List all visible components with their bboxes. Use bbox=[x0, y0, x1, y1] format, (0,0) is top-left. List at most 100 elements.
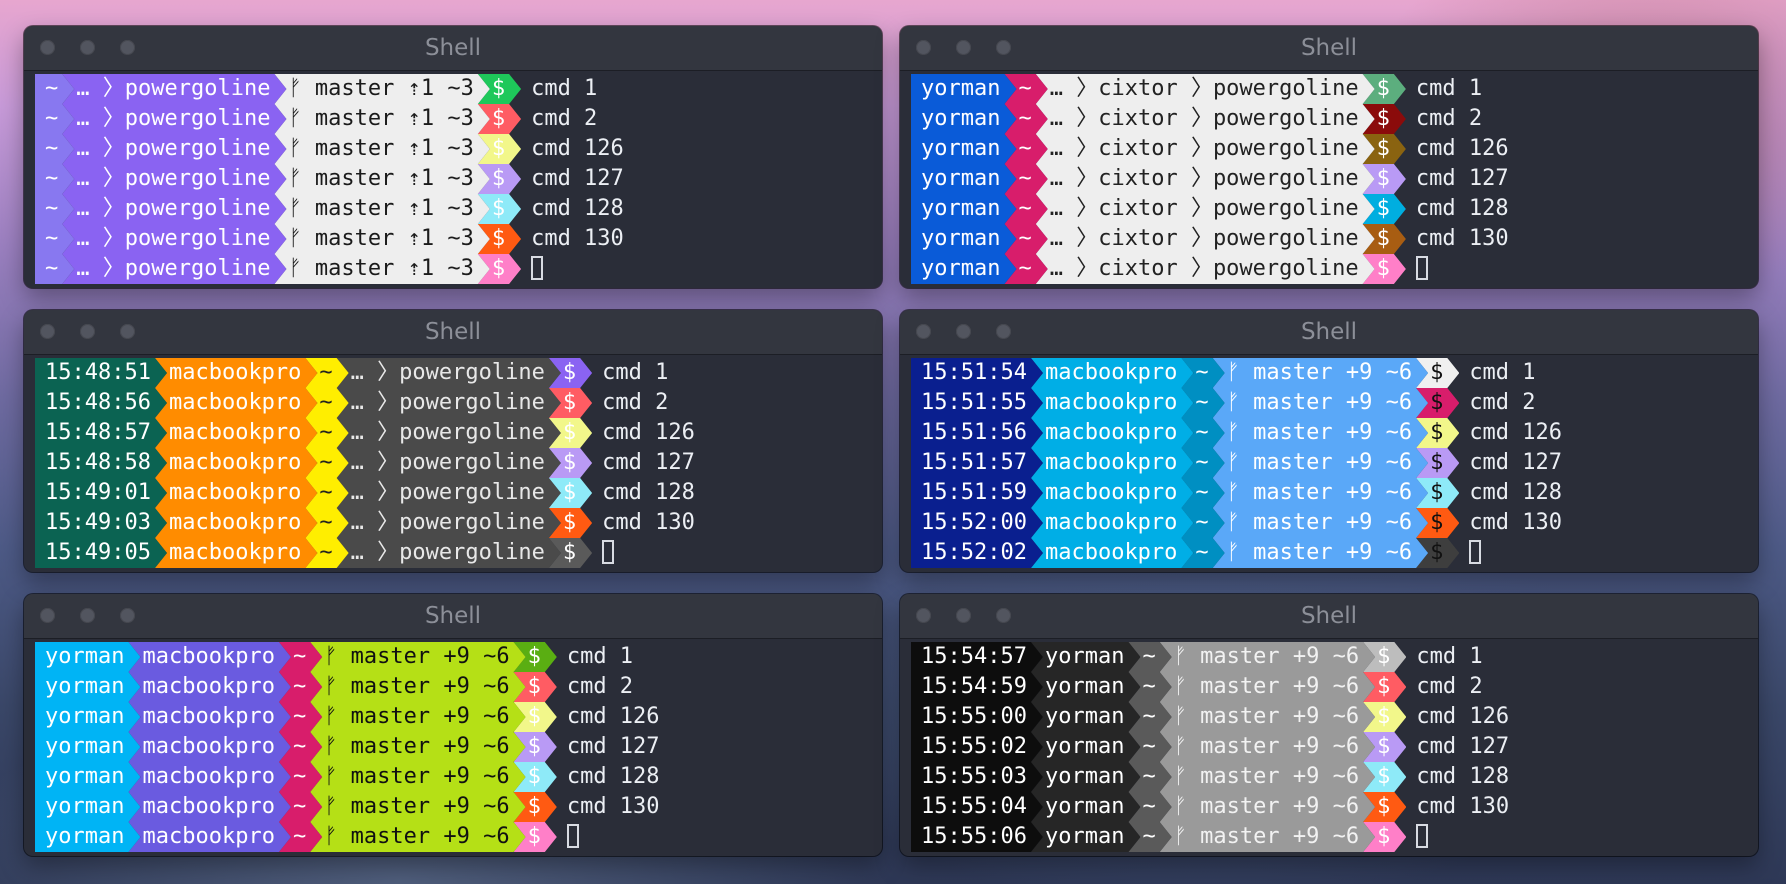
terminal-window-1[interactable]: Shell ~… 〉powergoline ᚠ master ⇡1 ~3 $ cmd … bbox=[24, 26, 882, 288]
text-cursor[interactable] bbox=[1415, 256, 1428, 280]
prompt-segment-text: yorman bbox=[45, 764, 125, 789]
prompt-segment-text: 15:49:03 bbox=[45, 510, 151, 535]
prompt-segment-text: ~ bbox=[45, 256, 59, 281]
prompt-segment-text: … 〉powergoline bbox=[350, 450, 545, 475]
terminal-body[interactable]: yorman macbookpro ~ ᚠ master +9 ~6 $ cmd 1 yor… bbox=[24, 639, 882, 852]
prompt-segment: … 〉powergoline bbox=[62, 194, 286, 224]
prompt-segment: … 〉powergoline bbox=[62, 224, 286, 254]
prompt-segment: ᚠ master +9 ~6 bbox=[1160, 792, 1375, 822]
prompt-segment: … 〉powergoline bbox=[337, 418, 561, 448]
command-text: cmd 130 bbox=[1415, 226, 1509, 251]
terminal-window-2[interactable]: Shell yorman ~… 〉cixtor 〉powergoline $ cmd … bbox=[900, 26, 1758, 288]
prompt-line: yorman ~… 〉cixtor 〉powergoline $ cmd 128 bbox=[911, 194, 1758, 224]
terminal-body[interactable]: yorman ~… 〉cixtor 〉powergoline $ cmd 1 yorma… bbox=[900, 71, 1758, 284]
prompt-segment-text: 15:51:56 bbox=[921, 420, 1027, 445]
prompt-segment: 15:49:05 bbox=[35, 538, 167, 568]
terminal-window-5[interactable]: Shell yorman macbookpro ~ ᚠ master +9 ~6 $ cm… bbox=[24, 594, 882, 856]
text-cursor[interactable] bbox=[602, 540, 615, 564]
prompt-segment-text: yorman bbox=[45, 674, 125, 699]
window-title: Shell bbox=[424, 603, 482, 629]
prompt-segment: macbookpro bbox=[155, 448, 317, 478]
terminal-body[interactable]: ~… 〉powergoline ᚠ master ⇡1 ~3 $ cmd 1 ~… 〉p… bbox=[24, 71, 882, 284]
prompt-segment-text: 15:52:02 bbox=[921, 540, 1027, 565]
prompt-segment-text: ᚠ master ⇡1 ~3 bbox=[288, 106, 474, 131]
terminal-window-3[interactable]: Shell 15:48:51 macbookpro ~… 〉powergoline $… bbox=[24, 310, 882, 572]
command-text: cmd 130 bbox=[602, 510, 695, 535]
prompt-segment-text: yorman bbox=[1044, 674, 1125, 699]
prompt-segment: 15:48:58 bbox=[35, 448, 167, 478]
window-titlebar[interactable]: Shell bbox=[900, 26, 1758, 71]
prompt-line: yorman ~… 〉cixtor 〉powergoline $ bbox=[911, 254, 1758, 284]
window-titlebar[interactable]: Shell bbox=[24, 594, 882, 639]
command-text: cmd 2 bbox=[1416, 674, 1483, 699]
prompt-segment: yorman bbox=[911, 134, 1016, 164]
prompt-line: 15:52:00 macbookpro ~ ᚠ master +9 ~6 $ cmd 13… bbox=[911, 508, 1758, 538]
terminal-window-6[interactable]: Shell 15:54:57 yorman ~ ᚠ master +9 ~6 $ cmd … bbox=[900, 594, 1758, 856]
prompt-segment-text: yorman bbox=[1044, 644, 1125, 669]
prompt-segment: ᚠ master ⇡1 ~3 bbox=[274, 104, 489, 134]
prompt-segment: 15:48:56 bbox=[35, 388, 167, 418]
terminal-window-4[interactable]: Shell 15:51:54 macbookpro ~ ᚠ master +9 ~6 $… bbox=[900, 310, 1758, 572]
prompt-segment-text: ᚠ master +9 ~6 bbox=[1173, 644, 1360, 669]
prompt-line: yorman macbookpro ~ ᚠ master +9 ~6 $ cmd 128 bbox=[35, 762, 882, 792]
prompt-line: 15:51:56 macbookpro ~ ᚠ master +9 ~6 $ cmd 12… bbox=[911, 418, 1758, 448]
prompt-segment: ᚠ master +9 ~6 bbox=[1213, 538, 1428, 568]
prompt-segment: 15:49:01 bbox=[35, 478, 167, 508]
prompt-segment: 15:55:04 bbox=[911, 792, 1043, 822]
prompt-segment-text: 15:55:03 bbox=[921, 764, 1027, 789]
prompt-segment-text: macbookpro bbox=[1044, 420, 1178, 445]
prompt-segment-text: macbookpro bbox=[168, 390, 302, 415]
prompt-segment-text: macbookpro bbox=[1044, 540, 1178, 565]
prompt-line: yorman macbookpro ~ ᚠ master +9 ~6 $ cmd 1 bbox=[35, 642, 882, 672]
prompt-segment-text: … 〉cixtor 〉powergoline bbox=[1049, 196, 1359, 221]
prompt-line: yorman macbookpro ~ ᚠ master +9 ~6 $ cmd 126 bbox=[35, 702, 882, 732]
prompt-segment-text: 15:54:57 bbox=[921, 644, 1027, 669]
prompt-segment: yorman bbox=[1031, 732, 1140, 762]
prompt-segment: macbookpro bbox=[128, 702, 290, 732]
command-text: cmd 2 bbox=[1415, 106, 1483, 131]
prompt-segment: … 〉powergoline bbox=[337, 358, 561, 388]
prompt-segment-text: ᚠ master ⇡1 ~3 bbox=[288, 196, 474, 221]
prompt-segment-text: yorman bbox=[45, 794, 125, 819]
prompt-segment: ᚠ master +9 ~6 bbox=[310, 642, 525, 672]
window-titlebar[interactable]: Shell bbox=[24, 310, 882, 355]
prompt-segment-text: 15:51:59 bbox=[921, 480, 1027, 505]
prompt-line: ~… 〉powergoline ᚠ master ⇡1 ~3 $ cmd 130 bbox=[35, 224, 882, 254]
prompt-segment-text: ᚠ master +9 ~6 bbox=[1173, 824, 1360, 849]
text-cursor[interactable] bbox=[566, 824, 579, 848]
terminal-body[interactable]: 15:54:57 yorman ~ ᚠ master +9 ~6 $ cmd 1 15:54… bbox=[900, 639, 1758, 852]
prompt-segment: macbookpro bbox=[128, 762, 290, 792]
prompt-segment: yorman bbox=[911, 104, 1016, 134]
text-cursor[interactable] bbox=[1416, 824, 1429, 848]
prompt-segment: 15:48:57 bbox=[35, 418, 167, 448]
window-titlebar[interactable]: Shell bbox=[24, 26, 882, 71]
text-cursor[interactable] bbox=[1469, 540, 1482, 564]
prompt-segment: … 〉powergoline bbox=[337, 508, 561, 538]
prompt-segment: macbookpro bbox=[155, 388, 317, 418]
prompt-segment-text: 15:49:01 bbox=[45, 480, 151, 505]
prompt-segment-text: … 〉powergoline bbox=[76, 256, 271, 281]
prompt-segment: ᚠ master ⇡1 ~3 bbox=[274, 74, 489, 104]
prompt-segment: ᚠ master +9 ~6 bbox=[1160, 762, 1375, 792]
prompt-segment: 15:51:56 bbox=[911, 418, 1043, 448]
text-cursor[interactable] bbox=[531, 256, 544, 280]
prompt-segment-text: 15:48:58 bbox=[45, 450, 151, 475]
window-titlebar[interactable]: Shell bbox=[900, 310, 1758, 355]
prompt-segment: ᚠ master +9 ~6 bbox=[310, 762, 525, 792]
prompt-segment-text: ᚠ master +9 ~6 bbox=[324, 734, 510, 759]
terminal-body[interactable]: 15:48:51 macbookpro ~… 〉powergoline $ cmd 11… bbox=[24, 355, 882, 568]
prompt-segment: yorman bbox=[1031, 762, 1140, 792]
prompt-line: 15:48:58 macbookpro ~… 〉powergoline $ cmd 12… bbox=[35, 448, 882, 478]
prompt-segment-text: ᚠ master +9 ~6 bbox=[1173, 734, 1360, 759]
prompt-segment-text: ᚠ master +9 ~6 bbox=[1173, 704, 1360, 729]
prompt-segment-text: macbookpro bbox=[142, 704, 275, 729]
prompt-line: ~… 〉powergoline ᚠ master ⇡1 ~3 $ cmd 2 bbox=[35, 104, 882, 134]
command-text: cmd 128 bbox=[566, 764, 660, 789]
prompt-segment: 15:48:51 bbox=[35, 358, 167, 388]
window-titlebar[interactable]: Shell bbox=[900, 594, 1758, 639]
prompt-segment: … 〉cixtor 〉powergoline bbox=[1036, 104, 1375, 134]
prompt-segment-text: … 〉powergoline bbox=[350, 390, 545, 415]
terminal-body[interactable]: 15:51:54 macbookpro ~ ᚠ master +9 ~6 $ cmd 11… bbox=[900, 355, 1758, 568]
prompt-segment: 15:49:03 bbox=[35, 508, 167, 538]
prompt-segment-text: macbookpro bbox=[1044, 450, 1178, 475]
